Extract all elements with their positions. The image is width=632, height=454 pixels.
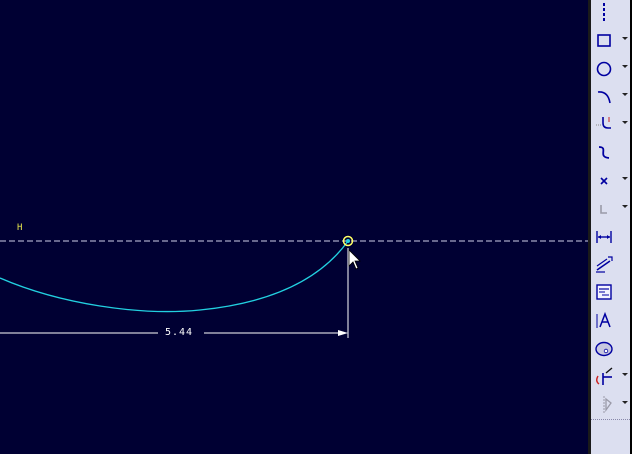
arc-flyout-arrow[interactable] [622,93,628,96]
constraints-tool-button[interactable] [591,279,630,305]
coordinate-system-icon [600,205,607,214]
coordinate-system-flyout-arrow[interactable] [622,205,628,208]
point-flyout-arrow[interactable] [622,177,628,180]
dimension-icon [596,231,612,243]
sketch-canvas[interactable]: H 5.44 [0,0,588,454]
rectangle-tool-button[interactable] [591,27,630,53]
centerline-tool-button[interactable] [591,0,630,26]
rectangle-flyout-arrow[interactable] [622,37,628,40]
sketch-tools-toolbar [591,0,630,454]
spline-icon [598,146,610,159]
toolbar-grip[interactable] [591,419,630,422]
sketch-geometry [0,235,588,338]
dimension-value[interactable]: 5.44 [165,327,193,339]
centerline-icon [603,3,605,23]
horizontal-constraint-label: H [17,223,23,233]
trim-flyout-arrow[interactable] [622,373,628,376]
rectangle-icon [597,34,611,47]
circle-flyout-arrow[interactable] [622,65,628,68]
mirror-icon [603,396,612,413]
text-tool-button[interactable] [591,307,630,333]
circle-tool-button[interactable] [591,55,630,81]
point-tool-button[interactable] [591,167,630,193]
fillet-icon [596,117,611,129]
circle-icon [596,61,612,77]
modify-icon [596,256,613,273]
sketch-spline[interactable] [0,240,349,313]
palette-icon [595,341,613,357]
trim-tool-button[interactable] [591,363,630,389]
fillet-flyout-arrow[interactable] [622,121,628,124]
modify-tool-button[interactable] [591,251,630,277]
mouse-cursor-icon [348,249,361,270]
palette-tool-button[interactable] [591,335,630,361]
point-icon [600,177,608,185]
coordinate-system-tool-button[interactable] [591,195,630,221]
dimension-arrow [338,330,348,336]
constraints-icon [596,284,612,300]
arc-tool-button[interactable] [591,83,630,109]
selected-endpoint-core [346,239,350,243]
text-icon [596,311,611,328]
sketcher-window: H 5.44 [0,0,632,454]
mirror-tool-button[interactable] [591,391,630,417]
spline-tool-button[interactable] [591,139,630,165]
fillet-tool-button[interactable] [591,111,630,137]
mirror-flyout-arrow[interactable] [622,401,628,404]
trim-icon [596,367,613,385]
dimension-tool-button[interactable] [591,223,630,249]
arc-icon [597,91,611,104]
